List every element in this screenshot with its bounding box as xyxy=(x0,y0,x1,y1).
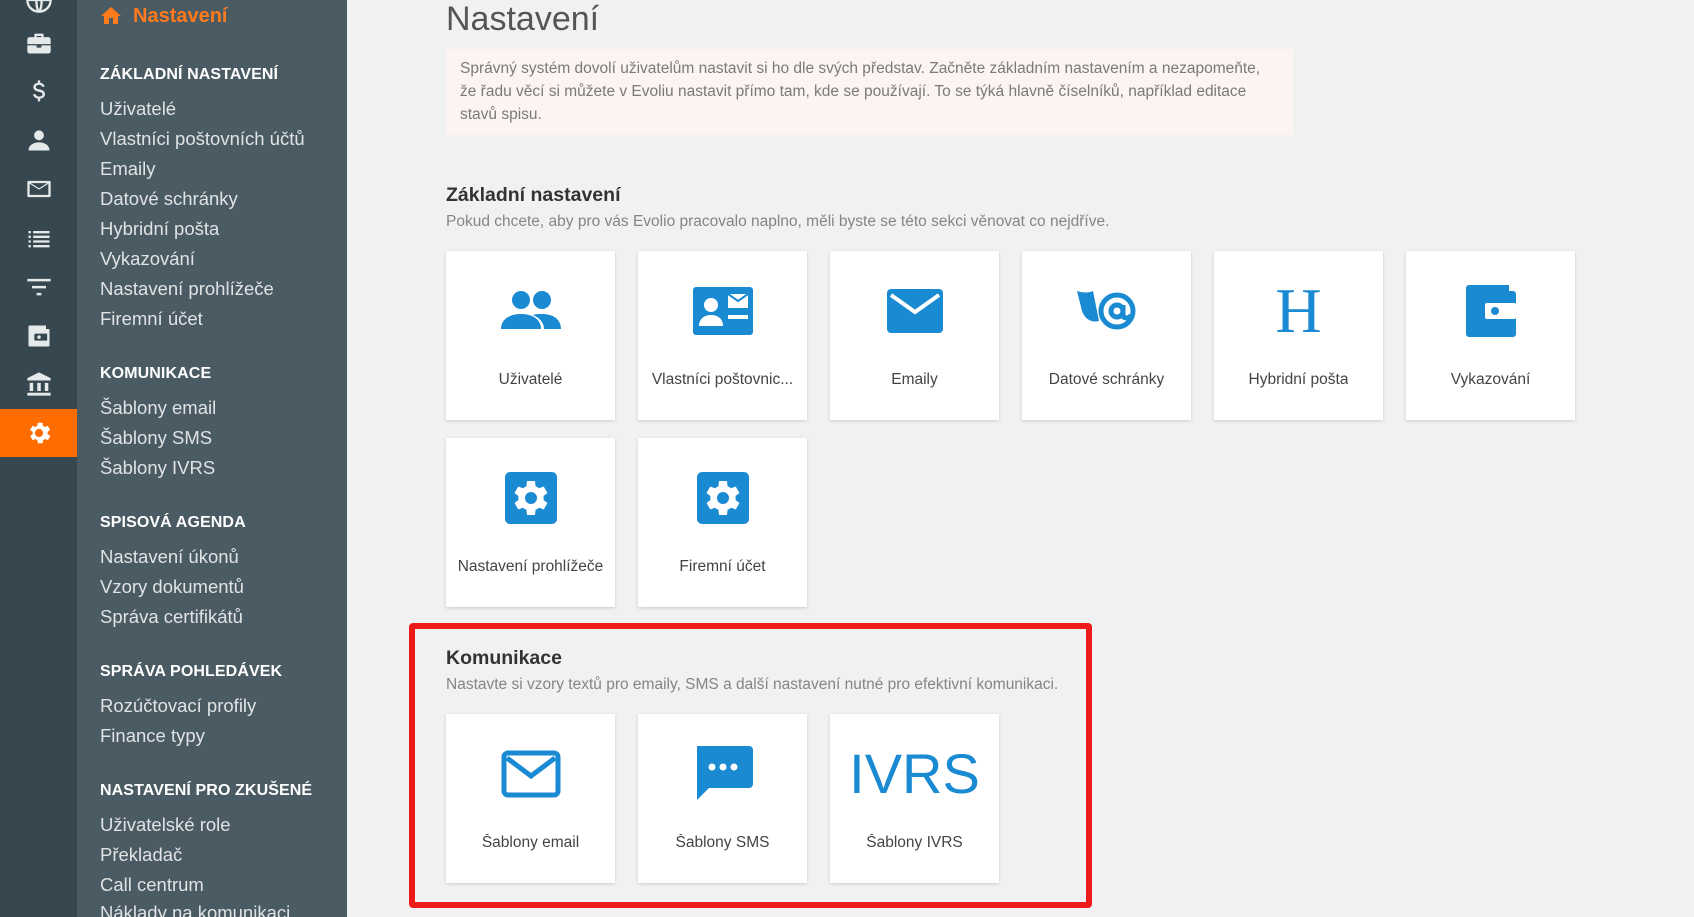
tile-ivrs-templates[interactable]: IVRS Šablony IVRS xyxy=(830,714,999,883)
tile-mail-owners[interactable]: Vlastníci poštovnic... xyxy=(638,251,807,420)
rail-list[interactable] xyxy=(0,214,77,262)
rail-finance[interactable] xyxy=(0,68,77,116)
hybrid-mail-icon: H xyxy=(1275,275,1322,346)
gear-icon xyxy=(504,472,557,524)
menu-item-browser-settings[interactable]: Nastavení prohlížeče xyxy=(100,278,274,300)
chat-bubble-icon xyxy=(696,746,753,800)
menu-section-communication: KOMUNIKACE xyxy=(100,365,212,382)
wallet-icon xyxy=(1465,285,1516,337)
mail-icon xyxy=(26,180,51,198)
tile-hybrid-mail[interactable]: H Hybridní pošta xyxy=(1214,251,1383,420)
tile-email-templates[interactable]: Šablony email xyxy=(446,714,615,883)
menu-item-data-boxes[interactable]: Datové schránky xyxy=(100,188,238,210)
section-desc-basic: Pokud chcete, aby pro vás Evolio pracova… xyxy=(446,213,1110,230)
briefcase-icon xyxy=(26,33,51,54)
filter-icon xyxy=(26,278,51,296)
menu-section-file-agenda: SPISOVÁ AGENDA xyxy=(100,514,246,531)
settings-menu: Nastavení ZÁKLADNÍ NASTAVENÍ Uživatelé V… xyxy=(77,0,347,917)
page-title: Nastavení xyxy=(446,0,600,38)
tile-mail-owners-label: Vlastníci poštovnic... xyxy=(651,371,794,388)
menu-item-user-roles[interactable]: Uživatelské role xyxy=(100,814,231,836)
menu-item-allocation-profiles[interactable]: Rozúčtovací profily xyxy=(100,695,256,717)
tile-sms-templates-label: Šablony SMS xyxy=(675,834,770,851)
tile-sms-templates[interactable]: Šablony SMS xyxy=(638,714,807,883)
dollar-icon xyxy=(32,80,45,102)
globe-icon xyxy=(25,0,52,13)
main-content: Nastavení Správný systém dovolí uživatel… xyxy=(347,0,1694,917)
gear-icon xyxy=(696,472,749,524)
menu-section-advanced: NASTAVENÍ PRO ZKUŠENÉ xyxy=(100,782,313,799)
contact-card-icon xyxy=(692,287,753,335)
envelope-outline-icon xyxy=(501,750,560,798)
menu-item-mail-owners[interactable]: Vlastníci poštovních účtů xyxy=(100,128,305,150)
wallet-icon xyxy=(28,325,49,347)
menu-item-certificates[interactable]: Správa certifikátů xyxy=(100,606,243,628)
rail-filter[interactable] xyxy=(0,263,77,311)
rail-mail[interactable] xyxy=(0,165,77,213)
tile-browser-settings-label: Nastavení prohlížeče xyxy=(457,558,604,575)
menu-item-users[interactable]: Uživatelé xyxy=(100,98,176,120)
tile-email-templates-label: Šablony email xyxy=(481,834,580,851)
envelope-icon xyxy=(886,289,943,333)
intro-box: Správný systém dovolí uživatelům nastavi… xyxy=(446,49,1293,135)
gear-icon xyxy=(29,422,50,444)
person-icon xyxy=(28,130,49,151)
rail-settings[interactable] xyxy=(0,409,77,457)
menu-home-link[interactable]: Nastavení xyxy=(99,4,228,28)
tile-reporting-label: Vykazování xyxy=(1450,371,1531,388)
rail-bank[interactable] xyxy=(0,360,77,408)
menu-item-document-templates[interactable]: Vzory dokumentů xyxy=(100,576,244,598)
ivrs-icon: IVRS xyxy=(849,742,980,805)
list-icon xyxy=(28,231,49,248)
menu-item-communication-costs[interactable]: Náklady na komunikaci xyxy=(100,902,290,917)
tile-hybrid-mail-label: Hybridní pošta xyxy=(1248,371,1349,388)
users-icon xyxy=(500,291,561,329)
menu-item-reporting[interactable]: Vykazování xyxy=(100,248,195,270)
section-title-basic: Základní nastavení xyxy=(446,184,621,206)
menu-item-ivrs-templates[interactable]: Šablony IVRS xyxy=(100,457,215,479)
menu-section-basic: ZÁKLADNÍ NASTAVENÍ xyxy=(100,66,279,83)
tile-data-boxes-label: Datové schránky xyxy=(1048,371,1165,388)
tile-company-account-label: Firemní účet xyxy=(679,558,766,575)
tile-users-label: Uživatelé xyxy=(498,371,563,388)
tile-browser-settings[interactable]: Nastavení prohlížeče xyxy=(446,438,615,607)
menu-item-hybrid-mail[interactable]: Hybridní pošta xyxy=(100,218,219,240)
icon-rail xyxy=(0,0,77,917)
tile-emails[interactable]: Emaily xyxy=(830,251,999,420)
menu-item-finance-types[interactable]: Finance typy xyxy=(100,725,205,747)
bank-icon xyxy=(26,372,51,396)
tile-company-account[interactable]: Firemní účet xyxy=(638,438,807,607)
section-title-communication: Komunikace xyxy=(446,647,562,669)
menu-item-call-center[interactable]: Call centrum xyxy=(100,874,204,896)
menu-item-sms-templates[interactable]: Šablony SMS xyxy=(100,427,212,449)
menu-item-task-settings[interactable]: Nastavení úkonů xyxy=(100,546,239,568)
tile-users[interactable]: Uživatelé xyxy=(446,251,615,420)
section-desc-communication: Nastavte si vzory textů pro emaily, SMS … xyxy=(446,676,1059,693)
tile-reporting[interactable]: Vykazování xyxy=(1406,251,1575,420)
tile-ivrs-templates-label: Šablony IVRS xyxy=(866,834,963,851)
menu-item-translator[interactable]: Překladač xyxy=(100,844,182,866)
menu-section-receivables: SPRÁVA POHLEDÁVEK xyxy=(100,663,283,680)
menu-item-email-templates[interactable]: Šablony email xyxy=(100,397,216,419)
data-box-icon xyxy=(1076,291,1135,330)
tile-emails-label: Emaily xyxy=(891,371,938,388)
tile-data-boxes[interactable]: Datové schránky xyxy=(1022,251,1191,420)
home-icon xyxy=(101,7,121,24)
rail-briefcase[interactable] xyxy=(0,19,77,67)
rail-contacts[interactable] xyxy=(0,116,77,164)
menu-item-company-account[interactable]: Firemní účet xyxy=(100,308,203,330)
menu-item-emails[interactable]: Emaily xyxy=(100,158,156,180)
rail-wallet[interactable] xyxy=(0,312,77,360)
menu-home-label: Nastavení xyxy=(133,4,228,27)
